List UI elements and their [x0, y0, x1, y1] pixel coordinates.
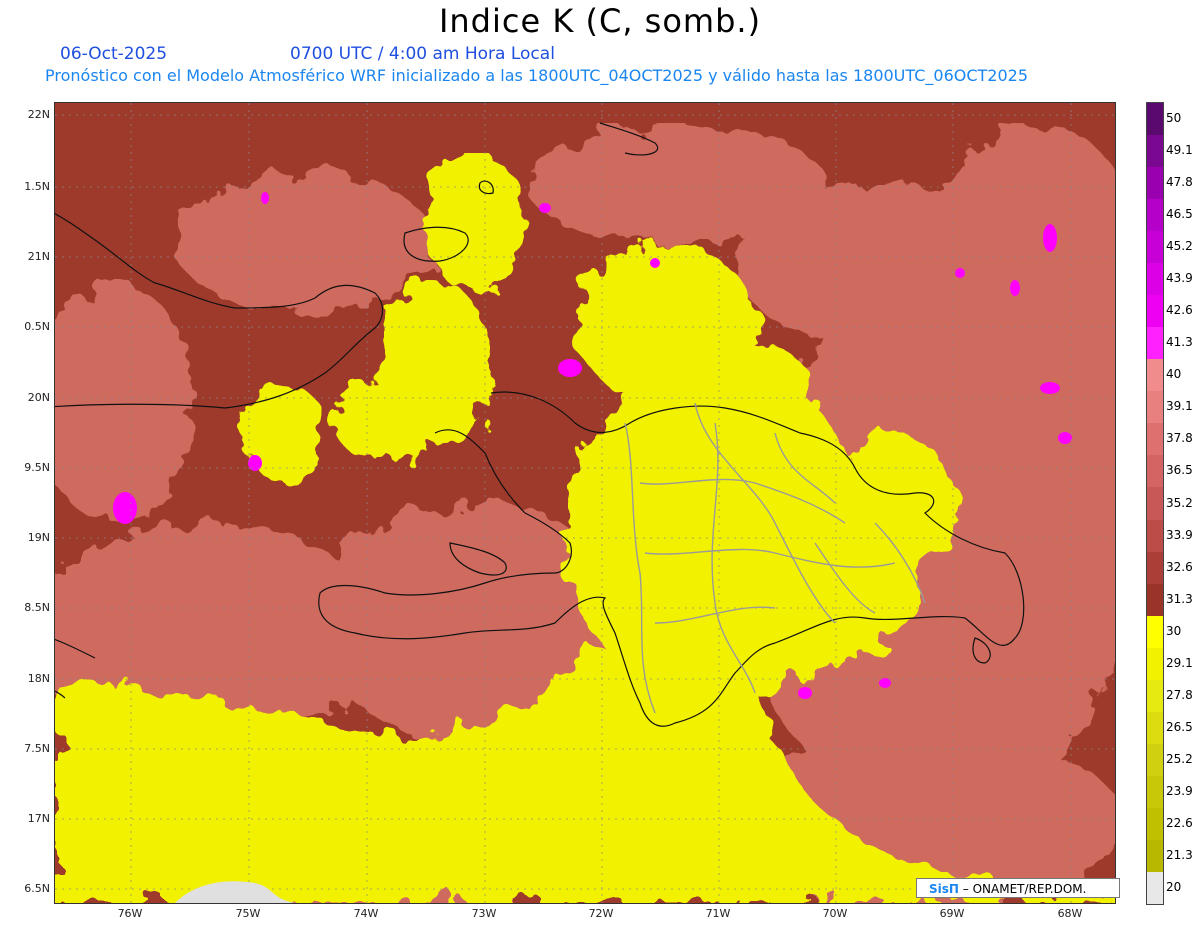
colorbar-segment: [1147, 743, 1163, 777]
lat-label-18n: 18N: [27, 672, 50, 685]
colorbar-segment: [1147, 647, 1163, 681]
colorbar: [1146, 102, 1164, 905]
colorbar-label: 27.8: [1166, 687, 1193, 702]
colorbar-segment: [1147, 295, 1163, 328]
lon-label-69w: 69W: [939, 907, 965, 920]
colorbar-label: 45.2: [1166, 239, 1193, 254]
lat-label-20n: 20N: [27, 391, 50, 404]
colorbar-label: 32.6: [1166, 559, 1193, 574]
colorbar-label: 25.2: [1166, 751, 1193, 766]
colorbar-label: 40: [1166, 367, 1182, 382]
lon-label-72w: 72W: [588, 907, 614, 920]
colorbar-segment: [1147, 871, 1163, 905]
lat-label-21n: 21N: [27, 250, 50, 263]
colorbar-label: 22.6: [1166, 815, 1193, 830]
lon-label-76w: 76W: [117, 907, 143, 920]
map-title: Indice K (C, somb.): [438, 2, 762, 40]
forecast-date: 06-Oct-2025: [60, 44, 168, 64]
lat-label-17-5n: 7.5N: [24, 742, 50, 755]
lon-label-70w: 70W: [822, 907, 848, 920]
colorbar-label: 43.9: [1166, 271, 1193, 286]
colorbar-segment: [1147, 167, 1163, 200]
colorbar-segment: [1147, 199, 1163, 232]
lon-label-71w: 71W: [705, 907, 731, 920]
colorbar-label: 20: [1166, 879, 1182, 894]
colorbar-segment: [1147, 327, 1163, 360]
credit-box: SisΠ – ONAMET/REP.DOM.: [916, 878, 1120, 898]
lat-label-19n: 19N: [27, 531, 50, 544]
colorbar-label: 31.3: [1166, 591, 1193, 606]
colorbar-segment: [1147, 263, 1163, 296]
colorbar-segment: [1147, 583, 1163, 617]
colorbar-segment: [1147, 551, 1163, 585]
lat-label-20-5n: 0.5N: [24, 320, 50, 333]
colorbar-segment: [1147, 359, 1163, 392]
colorbar-label: 21.3: [1166, 847, 1193, 862]
colorbar-segment: [1147, 519, 1163, 553]
lon-label-74w: 74W: [353, 907, 379, 920]
colorbar-segment: [1147, 807, 1163, 841]
colorbar-label: 33.9: [1166, 527, 1193, 542]
lon-label-75w: 75W: [235, 907, 261, 920]
colorbar-segment: [1147, 135, 1163, 168]
colorbar-label: 36.5: [1166, 463, 1193, 478]
k-index-map: [54, 102, 1116, 904]
colorbar-label: 37.8: [1166, 431, 1193, 446]
lat-label-16-5n: 6.5N: [24, 882, 50, 895]
lat-label-22n: 22N: [27, 108, 50, 121]
colorbar-label: 50: [1166, 111, 1182, 126]
colorbar-segment: [1147, 711, 1163, 745]
colorbar-segment: [1147, 455, 1163, 488]
colorbar-label: 49.1: [1166, 143, 1193, 158]
colorbar-label: 41.3: [1166, 335, 1193, 350]
colorbar-label: 39.1: [1166, 399, 1193, 414]
colorbar-label: 29.1: [1166, 655, 1193, 670]
colorbar-segment: [1147, 231, 1163, 264]
lat-label-18-5n: 8.5N: [24, 601, 50, 614]
colorbar-label: 42.6: [1166, 303, 1193, 318]
lat-label-17n: 17N: [27, 812, 50, 825]
forecast-time: 0700 UTC / 4:00 am Hora Local: [290, 44, 555, 64]
colorbar-segment: [1147, 423, 1163, 456]
lon-label-73w: 73W: [471, 907, 497, 920]
colorbar-segment: [1147, 615, 1163, 649]
colorbar-segment: [1147, 679, 1163, 713]
colorbar-label: 47.8: [1166, 175, 1193, 190]
lat-label-19-5n: 9.5N: [24, 461, 50, 474]
forecast-description: Pronóstico con el Modelo Atmosférico WRF…: [45, 66, 1029, 85]
colorbar-label: 30: [1166, 623, 1182, 638]
lon-label-68w: 68W: [1057, 907, 1083, 920]
credit-text: – ONAMET/REP.DOM.: [958, 882, 1087, 896]
colorbar-label: 46.5: [1166, 207, 1193, 222]
colorbar-segment: [1147, 839, 1163, 873]
colorbar-label: 26.5: [1166, 719, 1193, 734]
colorbar-segment: [1147, 775, 1163, 809]
colorbar-segment: [1147, 103, 1163, 136]
lat-label-21-5n: 1.5N: [24, 180, 50, 193]
colorbar-label: 23.9: [1166, 783, 1193, 798]
colorbar-segment: [1147, 487, 1163, 520]
colorbar-segment: [1147, 391, 1163, 424]
colorbar-label: 35.2: [1166, 495, 1193, 510]
brand-logo-text: SisΠ: [929, 882, 959, 896]
